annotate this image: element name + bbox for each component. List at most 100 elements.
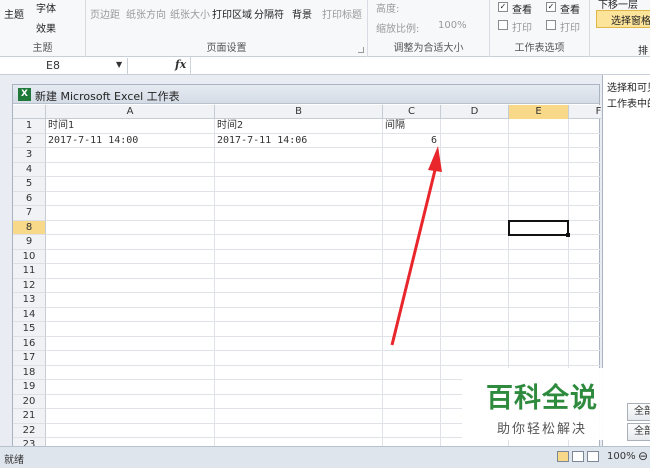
cell-b18[interactable] — [215, 365, 383, 380]
cell-d15[interactable] — [441, 322, 509, 337]
zoom-level[interactable]: 100% — [607, 451, 636, 462]
cell-f13[interactable] — [569, 293, 601, 308]
cell-a11[interactable] — [46, 264, 215, 279]
row-header-19[interactable]: 19 — [13, 380, 46, 395]
select-all-corner[interactable] — [13, 105, 46, 119]
column-header-e[interactable]: E — [509, 105, 569, 119]
cell-f14[interactable] — [569, 308, 601, 322]
cell-f9[interactable] — [569, 235, 601, 250]
zoom-out-icon[interactable]: ⊖ — [638, 449, 648, 463]
selection-pane-button[interactable]: 选择窗格 — [596, 10, 650, 28]
cell-b2[interactable]: 2017-7-11 14:06 — [215, 133, 383, 148]
cell-a16[interactable] — [46, 336, 215, 351]
row-header-8[interactable]: 8 — [13, 220, 46, 235]
row-header-7[interactable]: 7 — [13, 206, 46, 221]
cell-b13[interactable] — [215, 293, 383, 308]
cell-f7[interactable] — [569, 206, 601, 221]
cell-c5[interactable] — [383, 177, 441, 192]
cell-b14[interactable] — [215, 307, 383, 322]
cell-d4[interactable] — [441, 162, 509, 177]
row-header-2[interactable]: 2 — [13, 133, 46, 148]
cell-b15[interactable] — [215, 322, 383, 337]
size-button[interactable]: 纸张大小 — [170, 6, 210, 21]
row-header-11[interactable]: 11 — [13, 264, 46, 279]
cell-e2[interactable] — [509, 133, 569, 148]
row-header-5[interactable]: 5 — [13, 177, 46, 192]
cell-e3[interactable] — [509, 148, 569, 163]
cell-d12[interactable] — [441, 278, 509, 293]
cell-b19[interactable] — [215, 380, 383, 395]
cell-e6[interactable] — [509, 191, 569, 206]
cell-d6[interactable] — [441, 191, 509, 206]
cell-e17[interactable] — [509, 351, 569, 366]
cell-c6[interactable] — [383, 191, 441, 206]
cell-a7[interactable] — [46, 206, 215, 221]
cell-c14[interactable] — [383, 307, 441, 322]
cell-c20[interactable] — [383, 394, 441, 409]
row-header-3[interactable]: 3 — [13, 148, 46, 163]
cell-c18[interactable] — [383, 365, 441, 380]
cell-a3[interactable] — [46, 148, 215, 163]
name-box[interactable]: E8 — [0, 58, 128, 74]
scale-value[interactable]: 100% — [438, 20, 467, 31]
cell-c21[interactable] — [383, 409, 441, 424]
cell-b16[interactable] — [215, 336, 383, 351]
cell-b7[interactable] — [215, 206, 383, 221]
cell-c15[interactable] — [383, 322, 441, 337]
row-header-21[interactable]: 21 — [13, 409, 46, 424]
cell-f1[interactable] — [569, 119, 601, 134]
cell-f11[interactable] — [569, 264, 601, 279]
cell-a4[interactable] — [46, 162, 215, 177]
hide-all-button[interactable]: 全部 — [627, 423, 650, 441]
cell-e10[interactable] — [509, 249, 569, 264]
cell-f12[interactable] — [569, 279, 601, 293]
cell-e13[interactable] — [509, 293, 569, 308]
print-titles-button[interactable]: 打印标题 — [322, 6, 362, 21]
cell-b12[interactable] — [215, 278, 383, 293]
cell-c8[interactable] — [383, 220, 441, 235]
row-header-10[interactable]: 10 — [13, 249, 46, 264]
cell-f10[interactable] — [569, 250, 601, 264]
effects-button[interactable]: 效果 — [36, 20, 56, 35]
row-header-20[interactable]: 20 — [13, 394, 46, 409]
cell-a19[interactable] — [46, 380, 215, 395]
margins-button[interactable]: 页边距 — [90, 6, 120, 21]
cell-a14[interactable] — [46, 307, 215, 322]
cell-a8[interactable] — [46, 220, 215, 235]
cell-b22[interactable] — [215, 423, 383, 438]
cell-a20[interactable] — [46, 394, 215, 409]
cell-b8[interactable] — [215, 220, 383, 235]
cell-a5[interactable] — [46, 177, 215, 192]
column-header-b[interactable]: B — [215, 105, 383, 119]
cell-f17[interactable] — [569, 351, 601, 366]
row-header-15[interactable]: 15 — [13, 322, 46, 337]
formula-input[interactable] — [190, 57, 650, 74]
row-header-9[interactable]: 9 — [13, 235, 46, 250]
headings-view-checkbox[interactable]: ✓ — [546, 2, 556, 12]
gridlines-view-checkbox[interactable]: ✓ — [498, 2, 508, 12]
row-header-13[interactable]: 13 — [13, 293, 46, 308]
cell-d9[interactable] — [441, 235, 509, 250]
cell-c22[interactable] — [383, 423, 441, 438]
row-header-18[interactable]: 18 — [13, 365, 46, 380]
row-header-16[interactable]: 16 — [13, 336, 46, 351]
cell-f4[interactable] — [569, 163, 601, 177]
cell-a6[interactable] — [46, 191, 215, 206]
cell-c12[interactable] — [383, 278, 441, 293]
cell-a21[interactable] — [46, 409, 215, 424]
cell-d10[interactable] — [441, 249, 509, 264]
row-header-22[interactable]: 22 — [13, 423, 46, 438]
cell-e14[interactable] — [509, 307, 569, 322]
cell-b1[interactable]: 时间2 — [215, 119, 383, 134]
cell-b17[interactable] — [215, 351, 383, 366]
cell-a1[interactable]: 时间1 — [46, 119, 215, 134]
chevron-down-icon[interactable]: ▼ — [116, 60, 122, 69]
cell-b6[interactable] — [215, 191, 383, 206]
cell-b20[interactable] — [215, 394, 383, 409]
breaks-button[interactable]: 分隔符 — [254, 6, 284, 21]
cell-c1[interactable]: 间隔 — [383, 119, 441, 134]
cell-c13[interactable] — [383, 293, 441, 308]
cell-b10[interactable] — [215, 249, 383, 264]
cell-e16[interactable] — [509, 336, 569, 351]
cell-f15[interactable] — [569, 322, 601, 337]
